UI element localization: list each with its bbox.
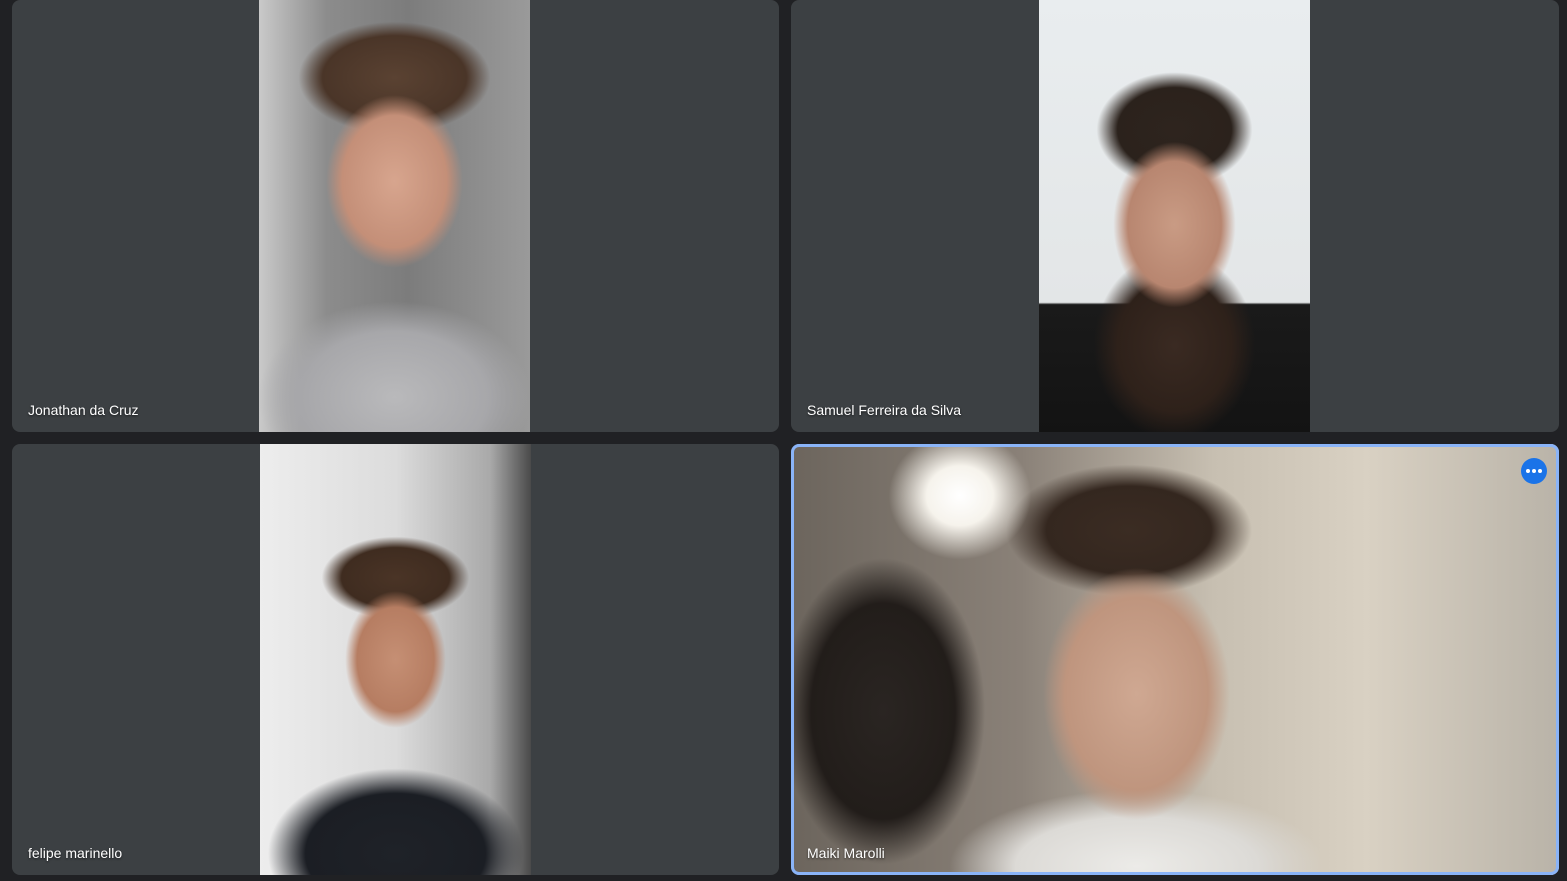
more-horizontal-icon-dot [1538,469,1543,473]
video-grid: Jonathan da Cruz Samuel Ferreira da Silv… [0,0,1567,881]
participant-video [1039,0,1310,432]
participant-tile-felipe[interactable]: felipe marinello [12,444,779,875]
more-horizontal-icon-dot [1532,469,1536,473]
participant-tile-jonathan[interactable]: Jonathan da Cruz [12,0,779,432]
participant-video [791,444,1559,875]
participant-name: felipe marinello [28,845,123,861]
more-horizontal-icon [1525,469,1530,473]
participant-video [259,0,530,432]
more-options-button[interactable] [1521,458,1547,484]
participant-name: Jonathan da Cruz [28,402,139,418]
participant-video [260,444,531,875]
participant-name: Samuel Ferreira da Silva [807,402,962,418]
participant-tile-samuel[interactable]: Samuel Ferreira da Silva [791,0,1559,432]
participant-name: Maiki Marolli [807,845,885,861]
participant-tile-maiki[interactable]: Maiki Marolli [791,444,1559,875]
